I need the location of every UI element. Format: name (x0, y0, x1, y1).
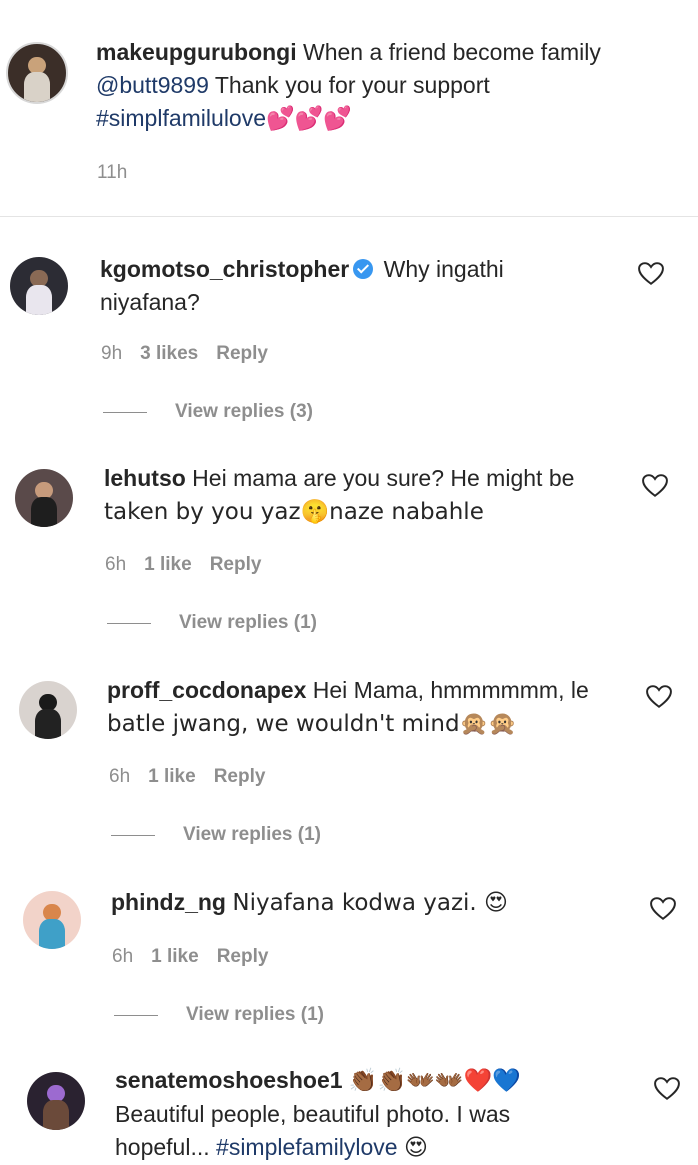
caption-time: 11h (97, 162, 145, 184)
like-heart-icon[interactable] (638, 262, 664, 286)
comment-line2: batle jwang, we wouldn't mind🙊🙊 (107, 711, 517, 737)
caption-text: makeupgurubongi When a friend become fam… (96, 36, 676, 136)
comment-username[interactable]: kgomotso_christopher (100, 256, 349, 282)
view-replies-label: View replies (3) (175, 401, 313, 422)
comment-time: 6h (112, 946, 134, 967)
reply-button[interactable]: Reply (210, 554, 262, 575)
comment-text: phindz_ng Niyafana kodwa yazi. 😍 (111, 886, 651, 920)
comment-time: 6h (109, 766, 131, 787)
comment-text: kgomotso_christopher Why ingathi niyafan… (100, 253, 640, 319)
comment-line2: taken by you yaz🤫naze nabahle (104, 499, 484, 525)
comment-meta: 9h 3 likes Reply (101, 343, 286, 365)
post-caption: makeupgurubongi When a friend become fam… (0, 0, 698, 217)
replies-divider (114, 1014, 158, 1016)
avatar-makeupgurubongi[interactable] (6, 42, 68, 104)
like-heart-icon[interactable] (650, 897, 676, 921)
hashtag-link[interactable]: #simplefamilylove (216, 1134, 398, 1160)
comment-text: senatemoshoeshoe1 👏🏾👏🏾👐🏾👐🏾❤️💙 Beautiful … (115, 1064, 675, 1165)
caption-username[interactable]: makeupgurubongi (96, 39, 297, 65)
replies-divider (103, 411, 147, 413)
like-heart-icon[interactable] (642, 474, 668, 498)
comment-line3: hopeful... (115, 1134, 210, 1160)
like-heart-icon[interactable] (654, 1077, 680, 1101)
view-replies-label: View replies (1) (186, 1004, 324, 1025)
avatar-lehutso[interactable] (15, 469, 73, 527)
comment-username[interactable]: lehutso (104, 465, 186, 491)
avatar-proff-cocdonapex[interactable] (19, 681, 77, 739)
likes-count[interactable]: 1 like (148, 766, 196, 787)
avatar-senatemoshoeshoe1[interactable] (27, 1072, 85, 1130)
like-heart-icon[interactable] (646, 685, 672, 709)
comment-text: proff_cocdonapex Hei Mama, hmmmmmm, le b… (107, 674, 647, 741)
comment-meta: 6h 1 like Reply (109, 766, 283, 788)
comment-meta: 6h 1 like Reply (105, 554, 279, 576)
comment-line1: Why ingathi (383, 256, 504, 282)
view-replies-label: View replies (1) (179, 612, 317, 633)
comment-line2: niyafana? (100, 289, 200, 315)
comment-time: 6h (105, 554, 127, 575)
comment-line2: Beautiful people, beautiful photo. I was (115, 1101, 511, 1127)
reply-button[interactable]: Reply (217, 946, 269, 967)
post-timestamp: 11h (97, 162, 128, 183)
hashtag-link[interactable]: #simplfamilulove (96, 105, 266, 131)
verified-badge-icon (353, 258, 374, 279)
comment-line1: Hei mama are you sure? He might be (192, 465, 575, 491)
reply-button[interactable]: Reply (216, 343, 268, 364)
mention-link[interactable]: @butt9899 (96, 72, 209, 98)
comment-meta: 6h 1 like Reply (112, 946, 286, 968)
likes-count[interactable]: 1 like (151, 946, 199, 967)
caption-line1: When a friend become family (303, 39, 601, 65)
comment-time: 9h (101, 343, 123, 364)
reply-button[interactable]: Reply (214, 766, 266, 787)
view-replies-button[interactable]: View replies (1) (111, 824, 321, 846)
comment-text: lehutso Hei mama are you sure? He might … (104, 462, 644, 529)
view-replies-button[interactable]: View replies (3) (103, 401, 313, 423)
comment-username[interactable]: senatemoshoeshoe1 (115, 1067, 343, 1093)
caption-line2: Thank you for your support (214, 72, 490, 98)
likes-count[interactable]: 3 likes (140, 343, 198, 364)
view-replies-button[interactable]: View replies (1) (114, 1004, 324, 1026)
replies-divider (107, 622, 151, 624)
view-replies-button[interactable]: View replies (1) (107, 612, 317, 634)
avatar-phindz-ng[interactable] (23, 891, 81, 949)
comment-username[interactable]: phindz_ng (111, 889, 226, 915)
comment-line1: Niyafana kodwa yazi. 😍 (232, 890, 509, 916)
avatar-kgomotso-christopher[interactable] (10, 257, 68, 315)
likes-count[interactable]: 1 like (144, 554, 192, 575)
replies-divider (111, 834, 155, 836)
view-replies-label: View replies (1) (183, 824, 321, 845)
comment-username[interactable]: proff_cocdonapex (107, 677, 306, 703)
comment-line1: 👏🏾👏🏾👐🏾👐🏾❤️💙 (348, 1068, 521, 1094)
caption-emojis: 💕💕💕 (266, 106, 352, 132)
comment-line1: Hei Mama, hmmmmmm, le (312, 677, 589, 703)
comment-emoji: 😍 (403, 1135, 428, 1161)
